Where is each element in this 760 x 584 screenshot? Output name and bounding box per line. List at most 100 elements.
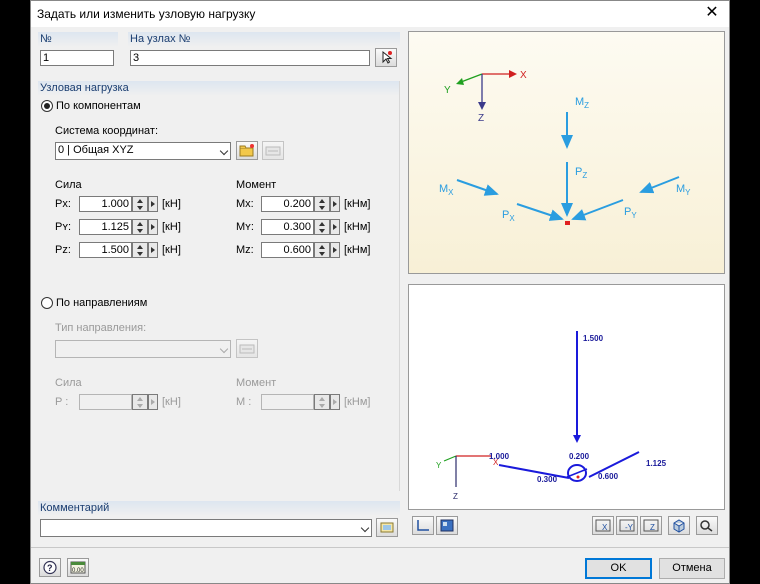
- help-icon: ?: [43, 560, 57, 575]
- mx-arrow: [456, 179, 499, 196]
- pz-input[interactable]: 1.500: [79, 242, 132, 258]
- preview-mz-value: 0.600: [598, 472, 619, 481]
- new-folder-icon: [239, 144, 254, 157]
- by-components-radio[interactable]: [41, 100, 53, 112]
- ok-button[interactable]: OK: [585, 558, 652, 579]
- p-unit: [кН]: [162, 396, 181, 408]
- p-input[interactable]: [79, 394, 132, 410]
- view-z-button[interactable]: Z: [640, 516, 662, 535]
- preview-py-value: 1.125: [646, 459, 667, 468]
- mx-input[interactable]: 0.200: [261, 196, 314, 212]
- comment-title: Комментарий: [38, 501, 400, 516]
- zoom-reset-button[interactable]: [696, 516, 718, 535]
- chevron-down-icon: [360, 523, 370, 533]
- mx-spinner[interactable]: [314, 196, 330, 212]
- pz-spinner[interactable]: [132, 242, 148, 258]
- py-more-button[interactable]: [148, 219, 158, 235]
- m-input[interactable]: [261, 394, 314, 410]
- preview-axis-y: [443, 455, 457, 462]
- preview-axes-button[interactable]: [412, 516, 434, 535]
- axes-icon: [417, 520, 429, 531]
- direction-type-label: Тип направления:: [55, 322, 147, 334]
- mz-label: Mz:: [236, 244, 254, 256]
- preview-display-button[interactable]: [436, 516, 458, 535]
- px-input[interactable]: 1.000: [79, 196, 132, 212]
- axis-z-label: Z: [478, 113, 484, 124]
- view-iso-button[interactable]: [668, 516, 690, 535]
- footer-divider: [31, 547, 729, 548]
- my-input[interactable]: 0.300: [261, 219, 314, 235]
- px-label: PX: [502, 209, 515, 223]
- cancel-button[interactable]: Отмена: [659, 558, 725, 579]
- help-button[interactable]: ?: [39, 558, 61, 577]
- py-spinner[interactable]: [132, 219, 148, 235]
- m-more-button[interactable]: [330, 394, 340, 410]
- comment-select[interactable]: [40, 519, 372, 537]
- svg-text:Z: Z: [650, 523, 655, 532]
- units-icon: 0.00: [70, 561, 86, 574]
- edit-direction-button[interactable]: [236, 339, 258, 358]
- mx-label: Mx:: [236, 198, 254, 210]
- pz-label: Pz:: [55, 244, 71, 256]
- new-coord-system-button[interactable]: [236, 141, 258, 160]
- mx-unit: [кНм]: [344, 198, 371, 210]
- mx-label: MX: [439, 183, 454, 197]
- preview-px-arrow: [498, 464, 570, 479]
- by-directions-radio[interactable]: [41, 297, 53, 309]
- px-label: Px:: [55, 198, 71, 210]
- preview-node: [576, 475, 580, 479]
- view-z-icon: Z: [643, 519, 659, 532]
- pick-nodes-button[interactable]: [375, 48, 397, 67]
- axis-x-label: X: [520, 70, 527, 81]
- edit-coord-system-button[interactable]: [262, 141, 284, 160]
- px-spinner[interactable]: [132, 196, 148, 212]
- schematic-diagram: X Y Z MZ PZ MX PX MY PY: [439, 70, 691, 225]
- coord-system-select[interactable]: 0 | Общая XYZ: [55, 142, 231, 160]
- pz-more-button[interactable]: [148, 242, 158, 258]
- chevron-down-icon: [219, 146, 229, 156]
- p-label: P :: [55, 396, 69, 408]
- display-icon: [440, 519, 454, 532]
- direction-type-select[interactable]: [55, 340, 231, 358]
- number-input[interactable]: 1: [40, 50, 114, 66]
- px-more-button[interactable]: [148, 196, 158, 212]
- dir-moment-label: Момент: [236, 377, 277, 389]
- view-y-icon: -Y: [619, 519, 635, 532]
- by-directions-label: По направлениям: [56, 297, 148, 309]
- my-more-button[interactable]: [330, 219, 340, 235]
- p-spinner[interactable]: [132, 394, 148, 410]
- axis-y-label: Y: [444, 85, 451, 96]
- preview-my-value: 0.300: [537, 475, 558, 484]
- py-arrow: [571, 199, 624, 221]
- edit-icon: [265, 146, 281, 156]
- mz-spinner[interactable]: [314, 242, 330, 258]
- view-x-icon: X: [595, 519, 611, 532]
- view-x-button[interactable]: X: [592, 516, 614, 535]
- view-y-button[interactable]: -Y: [616, 516, 638, 535]
- px-arrow: [516, 203, 564, 221]
- close-icon[interactable]: ✕: [701, 3, 723, 23]
- title-bar: Задать или изменить узловую нагрузку ✕: [31, 1, 729, 27]
- preview-panel: X Y Z 1.500 1.000 1.125 0.200 0.300 0.60…: [408, 284, 725, 510]
- preview-axis-y-label: Y: [436, 461, 442, 470]
- mx-more-button[interactable]: [330, 196, 340, 212]
- py-input[interactable]: 1.125: [79, 219, 132, 235]
- p-more-button[interactable]: [148, 394, 158, 410]
- comment-library-button[interactable]: [376, 518, 398, 537]
- pick-cursor-icon: [382, 50, 393, 64]
- axis-y-line: [460, 73, 483, 83]
- nodes-input[interactable]: 3: [130, 50, 370, 66]
- mz-input[interactable]: 0.600: [261, 242, 314, 258]
- window-title: Задать или изменить узловую нагрузку: [37, 7, 256, 21]
- coord-system-label: Система координат:: [55, 125, 159, 137]
- my-spinner[interactable]: [314, 219, 330, 235]
- pz-unit: [кН]: [162, 244, 181, 256]
- nodes-label: На узлах №: [128, 32, 400, 47]
- nodal-load-group: Узловая нагрузка По компонентам Система …: [38, 81, 400, 491]
- units-button[interactable]: 0.00: [67, 558, 89, 577]
- mz-more-button[interactable]: [330, 242, 340, 258]
- nodal-load-title: Узловая нагрузка: [38, 81, 399, 96]
- m-spinner[interactable]: [314, 394, 330, 410]
- preview-pz-head: [573, 435, 581, 443]
- dir-force-label: Сила: [55, 377, 82, 389]
